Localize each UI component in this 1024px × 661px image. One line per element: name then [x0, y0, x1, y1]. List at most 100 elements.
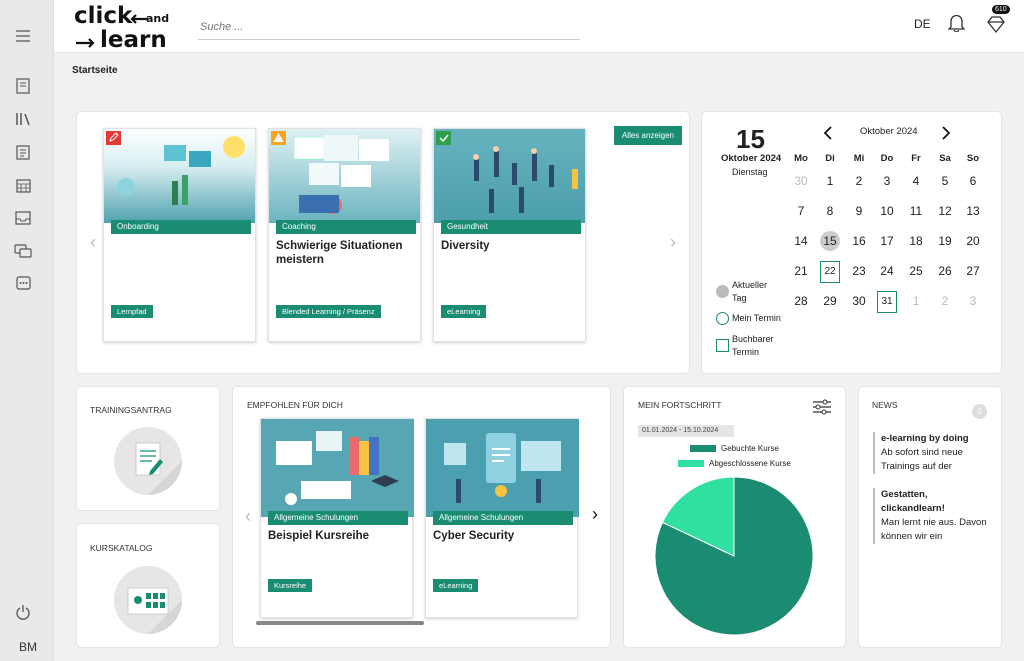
calendar-day[interactable]: 25: [902, 261, 930, 281]
calendar-day[interactable]: 15: [816, 231, 844, 251]
hamburger-icon[interactable]: [13, 26, 33, 46]
calendar-day[interactable]: 23: [845, 261, 873, 281]
calendar-current-weekday: Dienstag: [732, 167, 768, 177]
recommended-next-icon[interactable]: ›: [592, 504, 598, 525]
calendar-current-month: Oktober 2024: [721, 153, 782, 164]
calendar-day[interactable]: 19: [931, 231, 959, 251]
calendar-day[interactable]: 10: [873, 201, 901, 221]
arrow-right-icon: [76, 38, 95, 48]
calendar-day[interactable]: 24: [873, 261, 901, 281]
chat-icon[interactable]: [13, 241, 33, 261]
calendar-day[interactable]: 9: [845, 201, 873, 221]
calendar-day-label: 24: [880, 264, 894, 278]
course-title: Schwierige Situationen meistern: [276, 240, 403, 266]
show-all-button[interactable]: Alles anzeigen: [614, 126, 682, 145]
inbox-icon[interactable]: [13, 208, 33, 228]
calendar-day[interactable]: 6: [959, 171, 987, 191]
recommended-scrollbar[interactable]: [256, 621, 424, 625]
check-flag-icon: [436, 131, 451, 145]
course-card[interactable]: Gesundheit Diversity eLearning: [433, 128, 586, 342]
my-appointment-circle-icon: [716, 312, 729, 325]
course-card[interactable]: Onboarding Lernpfad: [103, 128, 256, 342]
chevron-right-icon[interactable]: ›: [670, 232, 676, 253]
news-text: Ab sofort sind neue Trainings auf der: [881, 447, 963, 472]
news-item[interactable]: Gestatten, clickandlearn! Man lernt nie …: [873, 488, 993, 544]
power-icon[interactable]: [13, 602, 33, 622]
calendar-day[interactable]: 14: [787, 231, 815, 251]
calendar-day-label: 16: [852, 234, 866, 248]
book-icon[interactable]: [13, 76, 33, 96]
calendar-day[interactable]: 18: [902, 231, 930, 251]
recommended-card[interactable]: Allgemeine Schulungen Beispiel Kursreihe…: [260, 418, 414, 618]
date-range-label[interactable]: 01.01.2024 - 15.10.2024: [638, 425, 734, 437]
calendar-day[interactable]: 2: [931, 291, 959, 311]
legend-today: Aktueller Tag: [716, 279, 786, 305]
calendar-day[interactable]: 8: [816, 201, 844, 221]
calendar-day[interactable]: 30: [787, 171, 815, 191]
calendar-day[interactable]: 27: [959, 261, 987, 281]
calendar-day[interactable]: 16: [845, 231, 873, 251]
library-icon[interactable]: [13, 109, 33, 129]
legend-completed-label: Abgeschlossene Kurse: [709, 459, 791, 468]
calendar-prev-icon[interactable]: [823, 126, 833, 143]
logo-and: and: [146, 12, 170, 25]
calendar-day-label: 21: [794, 264, 808, 278]
course-type-badge: eLearning: [441, 305, 487, 318]
warning-flag-icon: [271, 131, 286, 145]
calendar-day[interactable]: 7: [787, 201, 815, 221]
calendar-day-label: 28: [794, 294, 808, 308]
calendar-icon[interactable]: [13, 175, 33, 195]
calendar-day[interactable]: 11: [902, 201, 930, 221]
user-initials[interactable]: BM: [19, 640, 37, 654]
calendar-day[interactable]: 1: [902, 291, 930, 311]
filter-sliders-icon[interactable]: [812, 399, 832, 420]
progress-pie-chart: [654, 476, 814, 636]
calendar-day[interactable]: 30: [845, 291, 873, 311]
top-bar: click and learn DE 610: [54, 0, 1024, 53]
catalog-grid-icon[interactable]: [114, 566, 182, 634]
language-selector[interactable]: DE: [914, 17, 931, 31]
news-text: Man lernt nie aus. Davon können wir ein: [881, 517, 987, 542]
breadcrumb[interactable]: Startseite: [72, 65, 118, 76]
calendar-day[interactable]: 4: [902, 171, 930, 191]
course-card[interactable]: Coaching Schwierige Situationen meistern…: [268, 128, 421, 342]
calendar-day[interactable]: 3: [873, 171, 901, 191]
calendar-day[interactable]: 21: [787, 261, 815, 281]
news-item[interactable]: e-learning by doing Ab sofort sind neue …: [873, 432, 993, 474]
calendar-next-icon[interactable]: [941, 126, 951, 143]
sidebar: BM: [0, 0, 54, 661]
document-pen-icon[interactable]: [114, 427, 182, 495]
calendar-day[interactable]: 28: [787, 291, 815, 311]
calendar-current-day: 15: [736, 124, 765, 154]
calendar-day[interactable]: 13: [959, 201, 987, 221]
chevron-left-icon[interactable]: ‹: [90, 232, 96, 253]
gem-icon[interactable]: 610: [986, 5, 1010, 39]
calendar-day[interactable]: 2: [845, 171, 873, 191]
calendar-day[interactable]: 17: [873, 231, 901, 251]
recommended-image: [426, 419, 579, 517]
calendar-day[interactable]: 26: [931, 261, 959, 281]
calendar-day[interactable]: 22: [816, 261, 844, 283]
calendar-day[interactable]: 5: [931, 171, 959, 191]
legend-my-appointment: Mein Termin: [716, 312, 796, 326]
search-input[interactable]: [198, 14, 580, 40]
recommended-card-title: Cyber Security: [433, 530, 515, 542]
calendar-day-label: 12: [938, 204, 952, 218]
calendar-day-label: 15: [820, 231, 840, 251]
more-icon[interactable]: [13, 273, 33, 293]
calendar-day[interactable]: 20: [959, 231, 987, 251]
recommended-prev-icon[interactable]: ‹: [245, 506, 251, 527]
calendar-day[interactable]: 3: [959, 291, 987, 311]
calendar-day-label: 14: [794, 234, 808, 248]
course-category: Gesundheit: [441, 220, 581, 234]
bell-icon[interactable]: [947, 13, 966, 37]
recommended-card[interactable]: Allgemeine Schulungen Cyber Security eLe…: [425, 418, 579, 618]
calendar-day[interactable]: 31: [873, 291, 901, 313]
course-image: [434, 129, 585, 223]
calendar-weekday-header: Mi: [853, 153, 865, 164]
calendar-day[interactable]: 12: [931, 201, 959, 221]
calendar-day[interactable]: 1: [816, 171, 844, 191]
clipboard-icon[interactable]: [13, 142, 33, 162]
calendar-month-title: Oktober 2024: [860, 126, 918, 137]
calendar-day[interactable]: 29: [816, 291, 844, 311]
